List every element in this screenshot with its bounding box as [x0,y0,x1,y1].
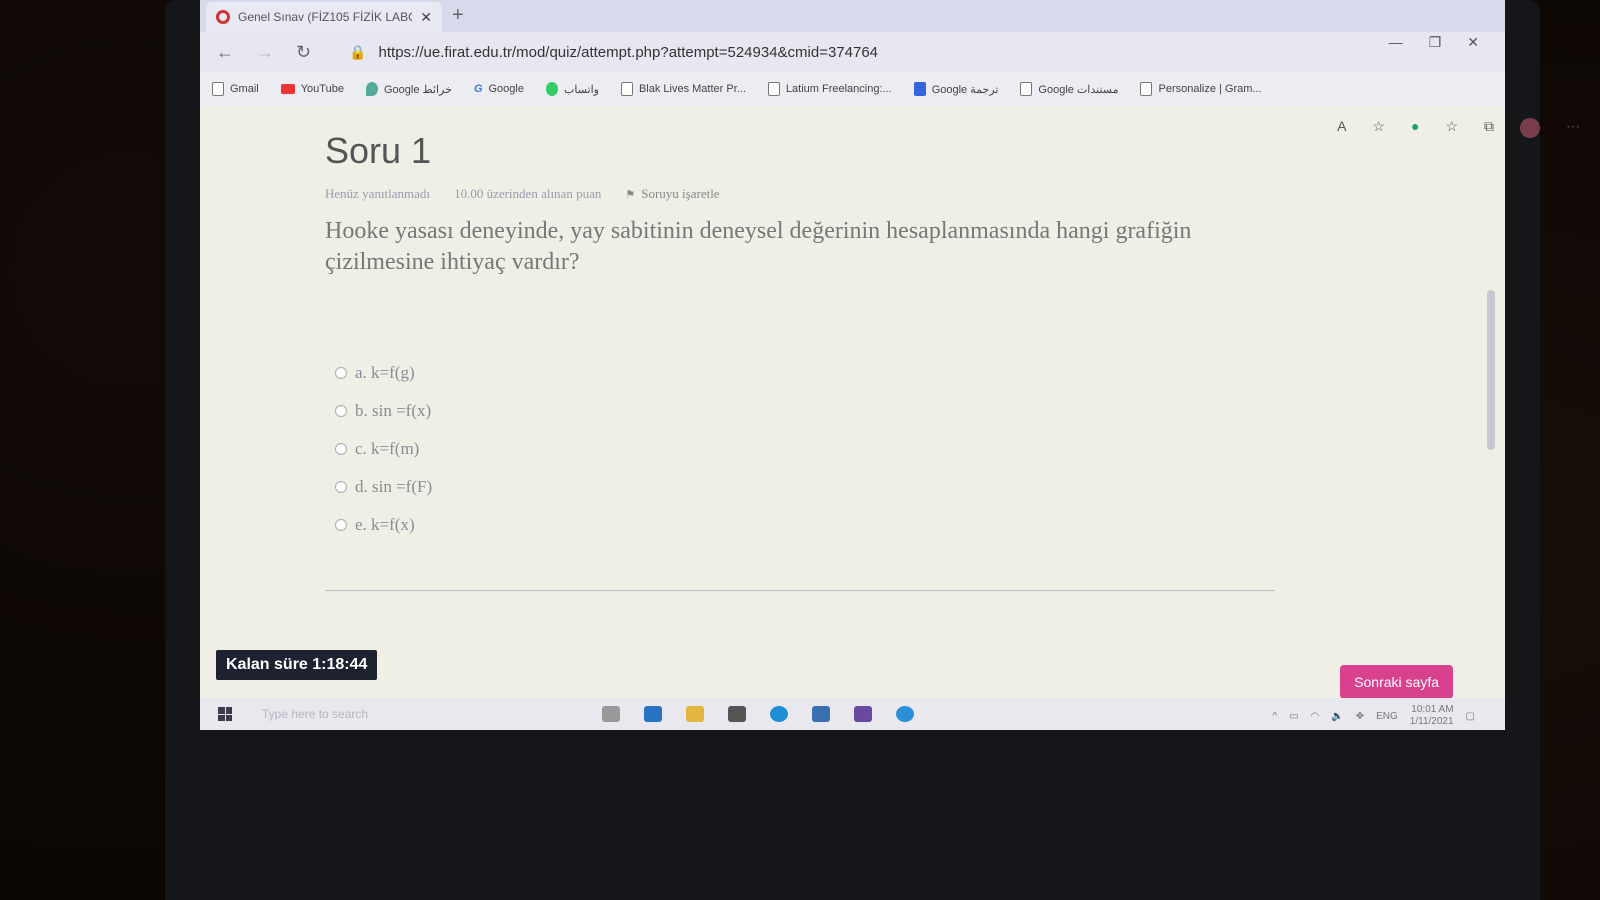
radio-button[interactable] [335,481,347,494]
forward-icon[interactable]: → [256,42,274,63]
minimize-icon[interactable]: — [1389,34,1403,51]
bookmark-whatsapp[interactable]: واتساب [545,82,599,96]
laptop-screen: Genel Sınav (FİZ105 FİZİK LABOR ✕ + ← → … [200,0,1505,730]
radio-button[interactable] [335,443,347,456]
taskbar-apps [602,706,914,722]
tab-quiz[interactable]: Genel Sınav (FİZ105 FİZİK LABOR ✕ [206,2,442,32]
bookmarks-bar: Gmail YouTube Google خرائط G Google واتسا… [200,72,1505,106]
bookmark-google-maps[interactable]: Google خرائط [365,82,452,96]
task-view-icon[interactable] [602,706,620,722]
bookmark-youtube[interactable]: YouTube [280,83,344,95]
answer-option-a[interactable]: a. k=f(g) [335,354,1475,392]
page-icon [1020,82,1033,96]
edge-icon[interactable] [770,706,788,722]
collections-icon[interactable]: ⧉ [1484,118,1494,138]
windows-start-icon[interactable] [218,707,232,721]
flag-icon: ⚑ [625,188,636,201]
store-icon[interactable] [728,706,746,722]
chevron-up-icon[interactable]: ^ [1272,711,1277,722]
moodle-favicon-icon [216,10,230,24]
lock-icon: 🔒 [349,43,367,60]
chrome-icon[interactable] [896,706,914,722]
page-scrollbar[interactable] [1487,290,1495,450]
close-window-icon[interactable]: ✕ [1467,34,1479,51]
answer-status: Henüz yanıtlanmadı [325,186,431,201]
language-indicator[interactable]: ENG [1376,711,1398,722]
clock-time: 10:01 AM [1411,704,1454,715]
page-icon [620,82,633,96]
wifi-icon[interactable]: ◠ [1311,711,1320,722]
grammarly-icon[interactable]: ● [1411,118,1419,138]
system-tray: ^ ▭ ◠ 🔈 ✥ ENG 10:01 AM 1/11/2021 ▢ [1272,704,1475,728]
tab-title: Genel Sınav (FİZ105 FİZİK LABOR [238,10,413,24]
refresh-icon[interactable]: ↻ [296,42,311,63]
notifications-icon[interactable]: ▢ [1466,711,1475,722]
question-number-title: Soru 1 [325,130,432,171]
browser-toolbar-right: A ☆ ● ☆ ⧉ ⋯ [1337,118,1580,138]
tab-strip: Genel Sınav (FİZ105 FİZİK LABOR ✕ + [200,0,1505,32]
outlook-icon[interactable] [644,706,662,722]
answer-option-d[interactable]: d. sin =f(F) [335,468,1475,506]
bookmark-google-docs[interactable]: Google مستندات [1020,82,1118,96]
page-icon [1140,82,1153,96]
answer-options: a. k=f(g) b. sin =f(x) c. k=f(m) d. sin … [335,354,1475,544]
address-bar: ← → ↻ 🔒 https://ue.firat.edu.tr/mod/quiz… [200,32,1505,72]
bookmark-gmail[interactable]: Gmail [212,82,259,96]
question-text: Hooke yasası deneyinde, yay sabitinin de… [325,218,1192,276]
restore-icon[interactable]: ❐ [1429,34,1442,51]
clock-date: 1/11/2021 [1409,716,1454,727]
close-icon[interactable]: ✕ [420,9,432,26]
answer-option-c[interactable]: c. k=f(m) [335,430,1475,468]
clock[interactable]: 10:01 AM 1/11/2021 [1410,704,1454,728]
radio-button[interactable] [335,405,347,418]
bookmark-google-translate[interactable]: Google ترجمة [913,82,998,96]
bookmark-grammarly[interactable]: Personalize | Gram... [1140,82,1262,96]
answer-option-e[interactable]: e. k=f(x) [335,506,1475,544]
more-menu-icon[interactable]: ⋯ [1566,118,1580,138]
profile-avatar[interactable] [1520,118,1540,138]
file-explorer-icon[interactable] [686,706,704,722]
bookmark-latium[interactable]: Latium Freelancing:... [767,82,892,96]
window-controls: — ❐ ✕ [1389,34,1479,51]
dropbox-icon[interactable]: ✥ [1356,711,1364,722]
windows-taskbar: Type here to search ^ ▭ ◠ 🔈 ✥ ENG 10:01 … [200,698,1505,730]
favorites-icon[interactable]: ☆ [1445,118,1458,138]
radio-button[interactable] [335,519,347,532]
bookmark-google[interactable]: G Google [474,83,524,95]
maps-icon [365,82,378,96]
google-icon: G [473,83,483,95]
flag-question-link[interactable]: ⚑ Soruyu işaretle [625,186,719,202]
mail-icon[interactable] [812,706,830,722]
page-icon [212,82,224,96]
next-page-button[interactable]: Sonraki sayfa [1340,665,1453,699]
whatsapp-icon [545,82,558,96]
volume-icon[interactable]: 🔈 [1331,711,1343,722]
answer-option-b[interactable]: b. sin =f(x) [335,392,1475,430]
quiz-content: Soru 1 Henüz yanıtlanmadı 10.00 üzerinde… [325,130,1475,544]
content-divider [325,590,1275,591]
new-tab-button[interactable]: + [452,4,464,27]
url-field[interactable]: https://ue.firat.edu.tr/mod/quiz/attempt… [379,44,879,61]
page-icon [767,82,780,96]
points-info: 10.00 üzerinden alınan puan [454,186,602,201]
bookmark-blm[interactable]: Blak Lives Matter Pr... [620,82,746,96]
youtube-icon [280,84,295,94]
remaining-time-badge: Kalan süre 1:18:44 [216,650,378,680]
read-aloud-icon[interactable]: A [1337,118,1346,138]
question-info: Henüz yanıtlanmadı 10.00 üzerinden alına… [325,186,1475,202]
translate-icon [913,82,926,96]
back-icon[interactable]: ← [216,42,234,63]
taskbar-search-input[interactable]: Type here to search [262,707,542,721]
star-icon[interactable]: ☆ [1372,118,1385,138]
battery-icon[interactable]: ▭ [1289,711,1298,722]
radio-button[interactable] [335,367,347,380]
app-icon[interactable] [854,706,872,722]
